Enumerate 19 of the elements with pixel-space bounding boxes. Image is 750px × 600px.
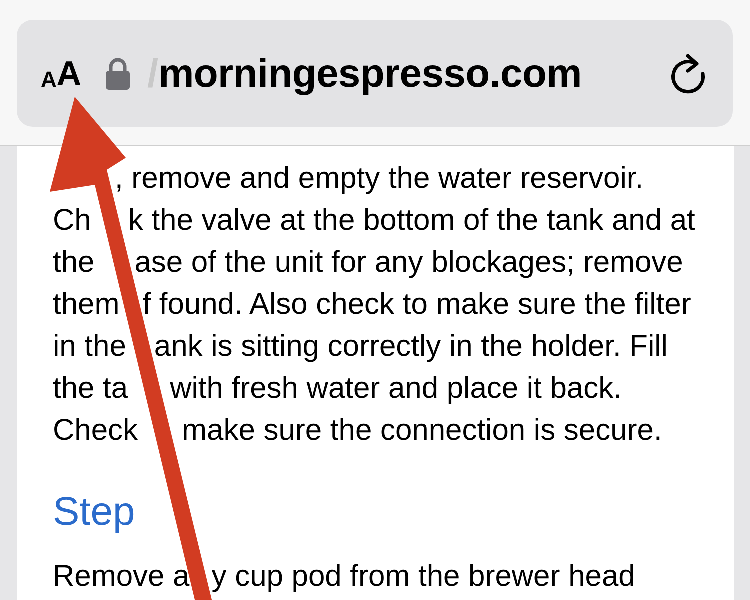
paragraph-text: Ch	[53, 203, 92, 239]
paragraph-text: Remove a	[53, 559, 190, 595]
paragraph-text: f found. Also check to make sure the filter	[142, 287, 692, 323]
url-prefix: /	[147, 50, 159, 98]
paragraph-text: Check	[53, 413, 138, 449]
text-size-button[interactable]: AA	[41, 56, 82, 90]
paragraph-text: them	[53, 287, 120, 323]
paragraph-text: with fresh water and place it back.	[170, 371, 622, 407]
paragraph-text: the ta	[53, 371, 128, 407]
paragraph-text: k the valve at the bottom of the tank and at	[128, 203, 696, 239]
paragraph-text: , remove and empty the water reservoir.	[115, 161, 644, 197]
paragraph-text: in the	[53, 329, 126, 365]
paragraph-text: make sure the connection is secure.	[182, 413, 662, 449]
paragraph-text: y cup pod from the brewer head	[212, 559, 636, 595]
paragraph-text: ase of the unit for any blockages; remove	[134, 245, 684, 281]
paragraph-text: the	[53, 245, 95, 281]
step-heading: Step	[53, 489, 136, 536]
url-text[interactable]: morningespresso.com	[158, 44, 582, 104]
paragraph-text: ank is sitting correctly in the holder. Fill	[154, 329, 668, 365]
